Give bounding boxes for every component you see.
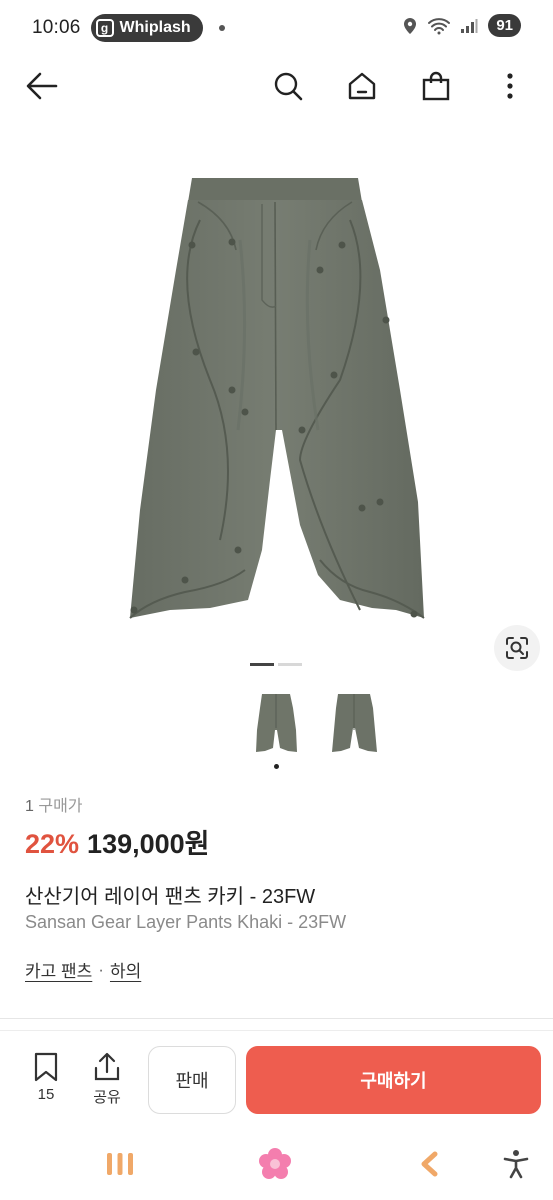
thumbnail-pants-image (332, 694, 377, 752)
signal-icon (461, 18, 478, 33)
thumbnail-selected-dot (274, 764, 279, 769)
category-link-bottoms[interactable]: 하의 (110, 957, 141, 982)
bottom-action-bar: 15 공유 판매 구매하기 (0, 1040, 553, 1120)
product-price: 139,000원 (87, 829, 210, 859)
thumbnail-pants-image (256, 694, 297, 752)
share-label: 공유 (93, 1089, 121, 1106)
thumbnail-strip (0, 688, 553, 768)
recent-apps-icon (107, 1153, 133, 1175)
home-button[interactable] (340, 64, 384, 108)
app-pill-icon: g (95, 19, 114, 37)
product-title-korean: 산산기어 레이어 팬츠 카키 - 23FW (25, 886, 316, 908)
pager-indicator-active (250, 663, 274, 666)
back-chevron-icon (421, 1151, 438, 1177)
price-row: 22% 139,000원 (25, 822, 210, 861)
active-app-pill[interactable]: g Whiplash (90, 14, 203, 42)
accessibility-icon (503, 1150, 529, 1179)
wifi-icon (428, 17, 451, 34)
battery-indicator: 91 (488, 14, 521, 37)
home-nav-button[interactable] (255, 1144, 295, 1184)
system-nav-bar (0, 1130, 553, 1200)
app-header (0, 56, 553, 116)
lens-search-icon (506, 637, 528, 659)
gallery-pager (250, 663, 302, 666)
status-time: 10:06 (32, 17, 81, 38)
back-nav-button[interactable] (410, 1144, 450, 1184)
cargo-pants-image (129, 178, 425, 619)
back-button[interactable] (20, 64, 64, 108)
visual-search-button[interactable] (494, 625, 540, 671)
location-icon (404, 17, 417, 34)
purchase-count-number: 1 (25, 798, 34, 815)
thumbnail-2[interactable] (324, 688, 384, 754)
status-bar: 10:06 g Whiplash 91 (0, 0, 553, 56)
bookmark-button[interactable]: 15 (21, 1052, 71, 1103)
bookmark-count: 15 (37, 1086, 55, 1103)
purchase-count-label: 구매가 (38, 798, 83, 815)
thumbnail-1[interactable] (246, 688, 306, 754)
search-icon (274, 72, 303, 101)
accessibility-button[interactable] (496, 1144, 536, 1184)
shopping-bag-icon (422, 71, 450, 101)
back-arrow-icon (26, 72, 58, 100)
search-button[interactable] (266, 64, 310, 108)
more-options-button[interactable] (488, 64, 532, 108)
divider (0, 1018, 553, 1019)
category-breadcrumb: 카고 팬츠 · 하의 (25, 957, 141, 982)
pager-indicator (278, 663, 302, 666)
app-pill-label: Whiplash (119, 19, 191, 36)
share-button[interactable]: 공유 (82, 1052, 132, 1107)
product-main-image[interactable] (0, 130, 553, 650)
category-link-cargo-pants[interactable]: 카고 팬츠 (25, 957, 92, 982)
bookmark-icon (34, 1052, 58, 1082)
category-separator: · (98, 959, 104, 979)
product-title-english: Sansan Gear Layer Pants Khaki - 23FW (25, 912, 347, 932)
share-icon (94, 1052, 120, 1081)
more-vertical-icon (507, 73, 513, 99)
recent-apps-button[interactable] (100, 1144, 140, 1184)
home-icon (348, 72, 376, 100)
buy-button[interactable]: 구매하기 (246, 1046, 541, 1114)
shopping-bag-button[interactable] (414, 64, 458, 108)
purchase-count: 1 구매가 (25, 792, 83, 816)
discount-rate: 22% (25, 829, 80, 859)
sell-button[interactable]: 판매 (148, 1046, 236, 1114)
notification-dot-icon (218, 25, 225, 31)
flower-home-icon (259, 1148, 291, 1179)
divider (0, 1030, 553, 1031)
